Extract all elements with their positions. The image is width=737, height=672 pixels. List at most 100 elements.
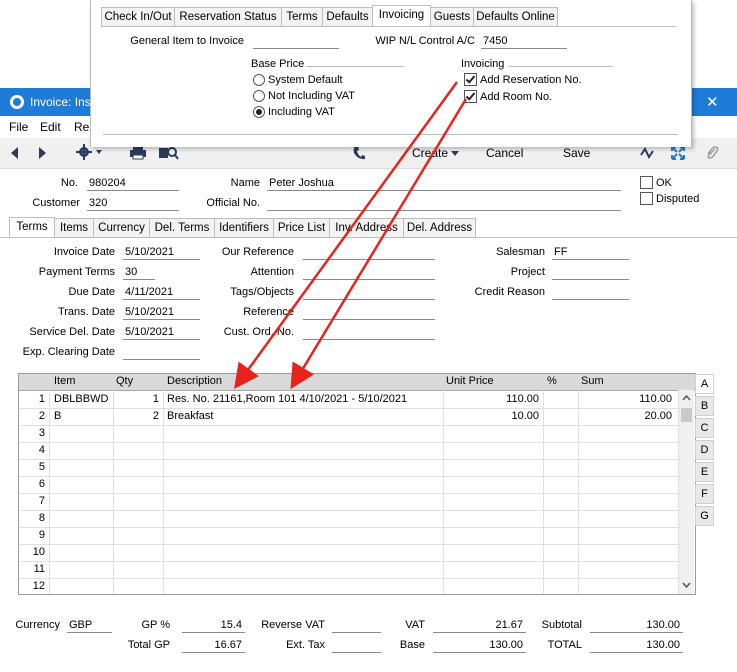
- radio-including-vat[interactable]: [253, 106, 265, 118]
- phone-icon[interactable]: [352, 145, 366, 161]
- attachment-icon[interactable]: [705, 145, 719, 161]
- tab-items[interactable]: Items: [54, 218, 94, 238]
- cell-qty[interactable]: 2: [113, 410, 159, 422]
- tab-inv-address[interactable]: Inv. Address: [329, 218, 404, 238]
- due-date-field[interactable]: 4/11/2021: [123, 286, 200, 300]
- grid-tab-c[interactable]: C: [695, 418, 714, 438]
- tags-objects-field[interactable]: [303, 286, 435, 300]
- tab-terms[interactable]: Terms: [9, 217, 55, 237]
- save-button[interactable]: Save: [563, 146, 590, 160]
- scroll-up-icon[interactable]: [682, 395, 691, 401]
- print-preview-icon[interactable]: [159, 146, 179, 160]
- general-item-field[interactable]: [253, 35, 339, 49]
- cell-sum[interactable]: 110.00: [578, 393, 672, 405]
- dialog-tab-check-in-out[interactable]: Check In/Out: [101, 7, 175, 27]
- cancel-button[interactable]: Cancel: [486, 146, 523, 160]
- cell-item[interactable]: B: [54, 410, 112, 422]
- cell-unit-price[interactable]: 10.00: [443, 410, 539, 422]
- gp-percent-label: GP %: [141, 619, 170, 631]
- add-reservation-no-checkbox[interactable]: [464, 73, 477, 86]
- service-del-date-field[interactable]: 5/10/2021: [123, 326, 200, 340]
- col-description: Description: [167, 375, 223, 387]
- grid-tab-f[interactable]: F: [695, 484, 714, 504]
- grid-tab-b[interactable]: B: [695, 396, 714, 416]
- exp-clearing-date-field[interactable]: [123, 346, 200, 360]
- ok-checkbox[interactable]: [640, 176, 653, 189]
- official-no-field[interactable]: [267, 197, 621, 211]
- dialog-tab-reservation-status[interactable]: Reservation Status: [174, 7, 282, 27]
- name-field[interactable]: Peter Joshua: [267, 177, 621, 191]
- no-field[interactable]: 980204: [87, 177, 179, 191]
- name-label: Name: [230, 177, 260, 189]
- scroll-thumb[interactable]: [681, 408, 692, 422]
- menu-edit[interactable]: Edit: [40, 120, 61, 134]
- salesman-field[interactable]: FF: [552, 246, 629, 260]
- table-row[interactable]: 7: [19, 493, 679, 511]
- currency-field[interactable]: GBP: [67, 619, 112, 633]
- dialog-tab-terms[interactable]: Terms: [281, 7, 323, 27]
- menu-file[interactable]: File: [9, 120, 28, 134]
- table-row[interactable]: 10: [19, 544, 679, 562]
- cell-unit-price[interactable]: 110.00: [443, 393, 539, 405]
- table-row[interactable]: 8: [19, 510, 679, 528]
- back-arrow-icon[interactable]: [10, 147, 20, 159]
- attention-field[interactable]: [303, 266, 435, 280]
- expand-icon[interactable]: [671, 146, 685, 160]
- cell-qty[interactable]: 1: [113, 393, 159, 405]
- ext-tax-field: [332, 639, 381, 653]
- tab-del-terms[interactable]: Del. Terms: [149, 218, 215, 238]
- radio-system-default[interactable]: [253, 74, 265, 86]
- dialog-tab-defaults[interactable]: Defaults: [322, 7, 373, 27]
- table-row[interactable]: 6: [19, 476, 679, 494]
- table-row[interactable]: 9: [19, 527, 679, 545]
- close-icon[interactable]: ✕: [706, 93, 719, 111]
- add-room-no-checkbox[interactable]: [464, 90, 477, 103]
- payment-terms-field[interactable]: 30: [123, 266, 155, 280]
- wip-control-label: WIP N/L Control A/C: [375, 35, 475, 47]
- tab-divider: [0, 237, 737, 238]
- grid-tab-e[interactable]: E: [695, 462, 714, 482]
- menu-record[interactable]: Re: [74, 120, 89, 134]
- total-gp-field: 16.67: [182, 639, 245, 653]
- wip-control-field[interactable]: 7450: [481, 35, 567, 49]
- table-row[interactable]: 11: [19, 561, 679, 579]
- table-row[interactable]: 3: [19, 425, 679, 443]
- tab-del-address[interactable]: Del. Address: [403, 218, 476, 238]
- grid-scrollbar[interactable]: [679, 390, 694, 594]
- tab-price-list[interactable]: Price List: [273, 218, 330, 238]
- dialog-tab-invoicing[interactable]: Invoicing: [372, 5, 431, 27]
- radio-not-including-vat[interactable]: [253, 90, 265, 102]
- table-row[interactable]: 2 B 2 Breakfast 10.00 20.00: [19, 408, 679, 426]
- reference-field[interactable]: [303, 306, 435, 320]
- table-row[interactable]: 1 DBLBBWD 1 Res. No. 21161,Room 101 4/10/20…: [19, 391, 679, 409]
- activity-icon[interactable]: [640, 146, 656, 160]
- not-including-vat-label: Not Including VAT: [268, 90, 356, 102]
- tab-currency[interactable]: Currency: [93, 218, 150, 238]
- customer-field[interactable]: 320: [87, 197, 179, 211]
- scroll-down-icon[interactable]: [682, 582, 691, 588]
- grid-tab-a[interactable]: A: [695, 374, 714, 394]
- dialog-tab-defaults-online[interactable]: Defaults Online: [473, 7, 558, 27]
- cell-description[interactable]: Res. No. 21161,Room 101 4/10/2021 - 5/10…: [167, 393, 439, 405]
- cell-description[interactable]: Breakfast: [167, 410, 439, 422]
- dialog-tab-guests[interactable]: Guests: [430, 7, 474, 27]
- tab-identifiers[interactable]: Identifiers: [214, 218, 274, 238]
- create-button[interactable]: Create: [412, 146, 448, 160]
- invoice-date-field[interactable]: 5/10/2021: [123, 246, 200, 260]
- chevron-down-icon[interactable]: [451, 151, 459, 156]
- project-field[interactable]: [552, 266, 629, 280]
- forward-arrow-icon[interactable]: [37, 147, 47, 159]
- grid-tab-d[interactable]: D: [695, 440, 714, 460]
- table-row[interactable]: 4: [19, 442, 679, 460]
- credit-reason-field[interactable]: [552, 286, 629, 300]
- cust-ord-no-field[interactable]: [303, 326, 435, 340]
- cell-sum[interactable]: 20.00: [578, 410, 672, 422]
- table-row[interactable]: 12: [19, 578, 679, 594]
- grid-tab-g[interactable]: G: [695, 506, 714, 526]
- trans-date-field[interactable]: 5/10/2021: [123, 306, 200, 320]
- table-row[interactable]: 5: [19, 459, 679, 477]
- cell-item[interactable]: DBLBBWD: [54, 393, 112, 405]
- our-reference-field[interactable]: [303, 246, 435, 260]
- print-icon[interactable]: [130, 146, 146, 160]
- disputed-checkbox[interactable]: [640, 192, 653, 205]
